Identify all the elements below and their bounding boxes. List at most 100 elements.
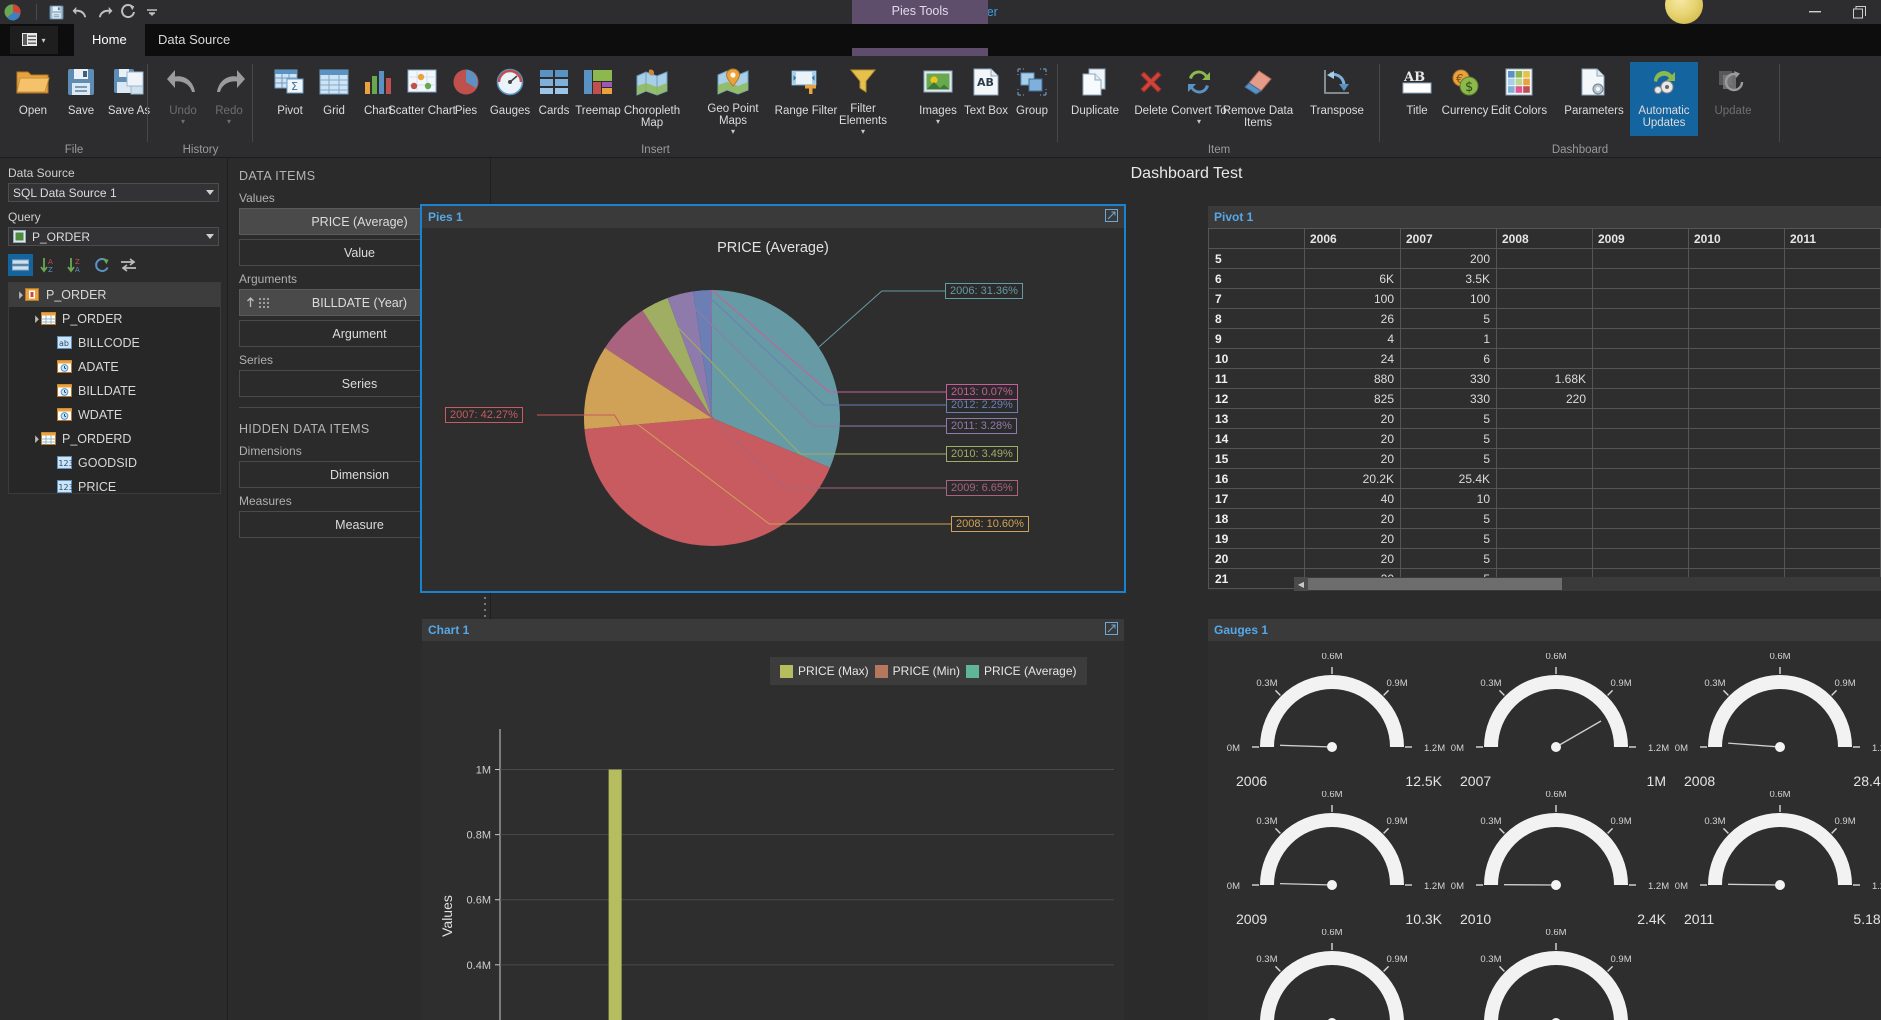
pivot-row-header[interactable]: 21 [1208, 568, 1305, 589]
tree-node[interactable]: WDATE [9, 403, 220, 427]
pivot-cell[interactable] [1496, 308, 1593, 329]
expander-expanded-icon[interactable]: ◢ [28, 312, 42, 326]
pivot-row-header[interactable]: 12 [1208, 388, 1305, 409]
pivot-cell[interactable]: 5 [1400, 428, 1497, 449]
pies-widget[interactable]: Pies 1 PRICE (Average) 2006: 31.36% 2007:… [420, 204, 1126, 593]
tree-node[interactable]: ab BILLCODE [9, 331, 220, 355]
pivot-column-header[interactable]: 2007 [1400, 228, 1497, 249]
legend-item[interactable]: PRICE (Max) [780, 664, 869, 678]
pivot-cell[interactable] [1784, 428, 1881, 449]
pivot-cell[interactable] [1784, 368, 1881, 389]
pivot-cell[interactable] [1496, 448, 1593, 469]
pivot-row-header[interactable]: 16 [1208, 468, 1305, 489]
panel-resize-grip-right[interactable] [483, 595, 489, 629]
pivot-cell[interactable] [1688, 308, 1785, 329]
pivot-corner-header[interactable] [1208, 228, 1305, 249]
gauge[interactable]: 0M 0.3M 0.6M 0.9M 1.2M 2010 2.4K [1450, 789, 1674, 929]
pivot-cell[interactable]: 10 [1400, 488, 1497, 509]
pivot-cell[interactable] [1592, 368, 1689, 389]
pivot-cell[interactable] [1496, 408, 1593, 429]
edit-colors-button[interactable]: Edit Colors [1484, 62, 1554, 136]
export-icon[interactable] [1105, 209, 1118, 225]
pivot-cell[interactable]: 880 [1304, 368, 1401, 389]
table-row[interactable]: 7 100 100 [1208, 288, 1881, 309]
pivot-cell[interactable] [1592, 428, 1689, 449]
tree-node[interactable]: 123 GOODSID [9, 451, 220, 475]
pivot-cell[interactable]: 1.68K [1496, 368, 1593, 389]
pivot-cell[interactable] [1496, 348, 1593, 369]
pivot-cell[interactable] [1496, 508, 1593, 529]
pivot-cell[interactable] [1688, 488, 1785, 509]
remove-data-items-button[interactable]: Remove Data Items [1220, 62, 1296, 136]
table-row[interactable]: 18 20 5 [1208, 508, 1881, 529]
show-fields-icon[interactable] [8, 254, 33, 276]
table-row[interactable]: 941 [1208, 328, 1881, 349]
filter-elements-dropdown-caret-icon[interactable]: ▾ [861, 127, 865, 136]
pivot-column-header[interactable]: 2010 [1688, 228, 1785, 249]
expander-expanded-icon[interactable]: ◢ [12, 288, 26, 302]
pivot-cell[interactable] [1688, 248, 1785, 269]
data-source-select[interactable]: SQL Data Source 1 [8, 183, 219, 202]
legend-item[interactable]: PRICE (Average) [966, 664, 1077, 678]
pivot-cell[interactable] [1688, 348, 1785, 369]
pivot-cell[interactable] [1592, 408, 1689, 429]
pivot-cell[interactable]: 825 [1304, 388, 1401, 409]
pivot-cell[interactable] [1592, 488, 1689, 509]
table-row[interactable]: 12 825 330 220 [1208, 388, 1881, 409]
pivot-cell[interactable]: 40 [1304, 488, 1401, 509]
pivot-cell[interactable] [1688, 548, 1785, 569]
pivot-cell[interactable]: 100 [1400, 288, 1497, 309]
pivot-cell[interactable]: 5 [1400, 448, 1497, 469]
pivot-row-header[interactable]: 15 [1208, 448, 1305, 469]
bar[interactable] [608, 769, 622, 1020]
choropleth-map-button[interactable]: Choropleth Map [613, 62, 691, 136]
pivot-cell[interactable] [1496, 468, 1593, 489]
pivot-column-header[interactable]: 2008 [1496, 228, 1593, 249]
gauge[interactable]: 0M0.3M0.6M0.9M1.2M2013 [1450, 927, 1674, 1020]
pivot-cell[interactable] [1592, 548, 1689, 569]
pivot-cell[interactable]: 5 [1400, 528, 1497, 549]
pivot-cell[interactable] [1784, 448, 1881, 469]
table-row[interactable]: 15 20 5 [1208, 448, 1881, 469]
app-menu-button[interactable]: ▾ [10, 26, 58, 54]
pivot-cell[interactable] [1592, 448, 1689, 469]
pivot-cell[interactable]: 25.4K [1400, 468, 1497, 489]
field-tree[interactable]: ◢ P_ORDER ◢ P_ORDER ab BILLCODE ADATE BILLDATE W… [8, 282, 221, 494]
pivot-cell[interactable] [1784, 508, 1881, 529]
pivot-widget[interactable]: Pivot 1 2006 2007 2008 2009 2010 2011 5 200 6 6K 3… [1208, 206, 1881, 591]
sort-asc-icon[interactable] [246, 297, 269, 308]
gauge[interactable]: 0M 0.3M 0.6M 0.9M 1.2M 2007 1M [1450, 651, 1674, 791]
pivot-cell[interactable] [1688, 508, 1785, 529]
pivot-cell[interactable] [1688, 528, 1785, 549]
table-row[interactable]: 8 26 5 [1208, 308, 1881, 329]
pivot-cell[interactable] [1784, 388, 1881, 409]
pivot-cell[interactable] [1688, 448, 1785, 469]
swap-icon[interactable] [116, 254, 141, 276]
pivot-cell[interactable]: 330 [1400, 368, 1497, 389]
pivot-cell[interactable]: 20 [1304, 408, 1401, 429]
pivot-column-header[interactable]: 2009 [1592, 228, 1689, 249]
pivot-cell[interactable]: 24 [1304, 348, 1401, 369]
tree-node[interactable]: ◢ P_ORDERD [9, 427, 220, 451]
pivot-cell[interactable]: 5 [1400, 308, 1497, 329]
tree-node[interactable]: ADATE [9, 355, 220, 379]
pivot-row-header[interactable]: 20 [1208, 548, 1305, 569]
pivot-cell[interactable] [1592, 388, 1689, 409]
redo-dropdown-caret-icon[interactable]: ▾ [227, 117, 231, 126]
gauge[interactable]: 0M 0.3M 0.6M 0.9M 1.2M 2008 28.4K [1674, 651, 1881, 791]
pivot-cell[interactable] [1496, 488, 1593, 509]
pivot-cell[interactable] [1688, 368, 1785, 389]
export-icon[interactable] [1105, 622, 1118, 638]
parameters-button[interactable]: Parameters [1560, 62, 1628, 136]
gauge[interactable]: 0M 0.3M 0.6M 0.9M 1.2M 2011 5.18K [1674, 789, 1881, 929]
table-row[interactable]: 14 20 5 [1208, 428, 1881, 449]
transpose-button[interactable]: Transpose [1302, 62, 1372, 136]
pivot-cell[interactable] [1784, 468, 1881, 489]
sort-za-icon[interactable]: ZA [62, 254, 87, 276]
tab-data-source[interactable]: Data Source [140, 24, 248, 56]
pivot-cell[interactable] [1592, 308, 1689, 329]
legend-item[interactable]: PRICE (Min) [874, 664, 960, 678]
pivot-cell[interactable]: 20 [1304, 548, 1401, 569]
pies-widget-header[interactable]: Pies 1 [422, 206, 1124, 228]
pivot-cell[interactable] [1784, 308, 1881, 329]
